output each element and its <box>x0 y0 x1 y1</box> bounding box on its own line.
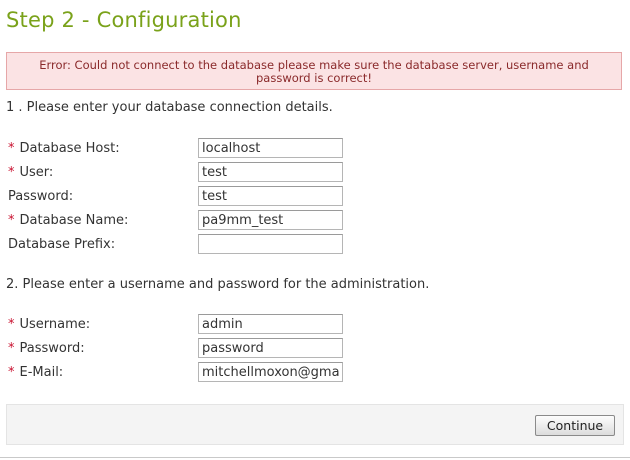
database-user-label: * User: <box>8 165 53 181</box>
admin-password-label: * Password: <box>8 341 85 357</box>
database-prefix-label-text: Database Prefix: <box>8 237 116 252</box>
admin-section-heading: 2. Please enter a username and password … <box>6 277 430 292</box>
continue-button[interactable]: Continue <box>535 415 615 436</box>
database-host-input[interactable] <box>198 138 343 158</box>
database-prefix-input[interactable] <box>198 234 343 254</box>
admin-email-label: * E-Mail: <box>8 365 63 381</box>
admin-username-input[interactable] <box>198 314 343 334</box>
admin-password-label-text: Password: <box>19 341 85 356</box>
required-marker: * <box>8 165 15 180</box>
database-password-input[interactable] <box>198 186 343 206</box>
admin-username-label: * Username: <box>8 317 90 333</box>
database-name-input[interactable] <box>198 210 343 230</box>
form-footer: Continue <box>6 404 624 445</box>
admin-username-label-text: Username: <box>19 317 91 332</box>
required-marker: * <box>8 317 15 332</box>
bottom-divider <box>0 457 630 458</box>
database-user-label-text: User: <box>19 165 54 180</box>
database-host-label: * Database Host: <box>8 141 120 157</box>
page-title: Step 2 - Configuration <box>6 8 242 32</box>
database-user-input[interactable] <box>198 162 343 182</box>
database-host-label-text: Database Host: <box>19 141 120 156</box>
database-password-label: Password: <box>8 189 73 205</box>
database-password-label-text: Password: <box>8 189 74 204</box>
database-name-label: * Database Name: <box>8 213 128 229</box>
admin-email-input[interactable] <box>198 362 343 382</box>
required-marker: * <box>8 365 15 380</box>
database-name-label-text: Database Name: <box>19 213 129 228</box>
required-marker: * <box>8 141 15 156</box>
admin-email-label-text: E-Mail: <box>19 365 64 380</box>
error-message: Error: Could not connect to the database… <box>6 52 622 90</box>
admin-password-input[interactable] <box>198 338 343 358</box>
required-marker: * <box>8 341 15 356</box>
database-prefix-label: Database Prefix: <box>8 237 115 253</box>
required-marker: * <box>8 213 15 228</box>
database-section-heading: 1 . Please enter your database connectio… <box>6 100 333 115</box>
